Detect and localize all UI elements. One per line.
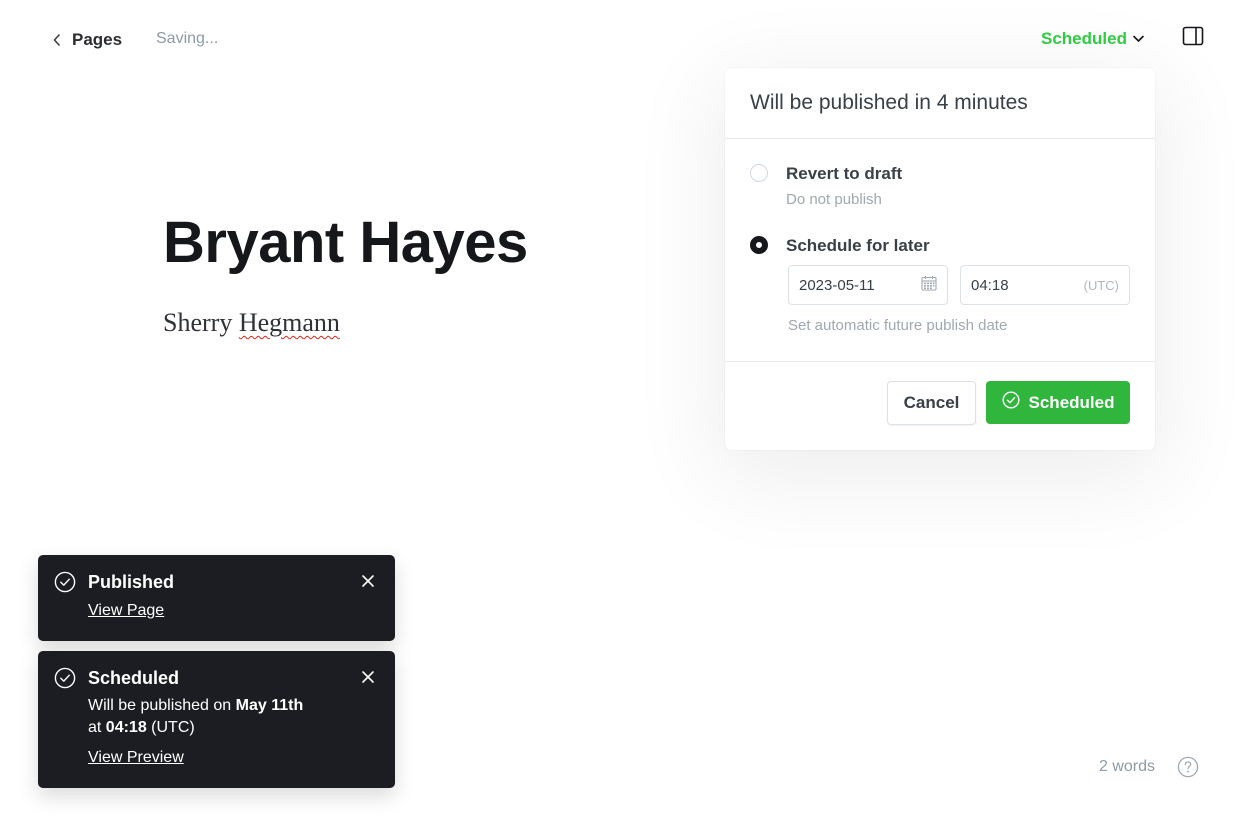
check-circle-icon (54, 571, 76, 593)
scheduled-button-label: Scheduled (1028, 392, 1115, 412)
view-page-link[interactable]: View Page (88, 602, 164, 620)
body-word-misspelled: Hegmann (238, 308, 340, 337)
calendar-icon[interactable] (921, 275, 937, 295)
popover-heading: Will be published in 4 minutes (725, 68, 1155, 139)
option-description: Do not publish (786, 191, 882, 208)
scheduled-button[interactable]: Scheduled (986, 381, 1130, 424)
sidebar-toggle-icon[interactable] (1182, 26, 1204, 46)
popover-divider (725, 361, 1155, 362)
time-value: 04:18 (971, 276, 1009, 294)
chevron-left-icon (50, 28, 64, 52)
check-circle-icon (54, 667, 76, 689)
toast-message-timezone: (UTC) (151, 719, 195, 736)
date-input[interactable]: 2023-05-11 (788, 265, 948, 305)
timezone-label: (UTC) (1083, 277, 1119, 293)
post-body[interactable]: Sherry Hegmann (163, 308, 340, 338)
toast-message-date: May 11th (235, 697, 304, 714)
time-input[interactable]: 04:18 (UTC) (960, 265, 1130, 305)
close-icon[interactable] (361, 574, 375, 588)
option-description: Set automatic future publish date (788, 317, 1008, 334)
option-label: Revert to draft (786, 164, 903, 183)
toast-message: Will be published on May 11th at 04:18 (… (88, 695, 303, 739)
toast-published: Published View Page (38, 555, 395, 641)
radio-schedule-for-later[interactable] (750, 236, 768, 254)
publish-status-dropdown[interactable]: Scheduled (1041, 29, 1144, 49)
save-status: Saving... (156, 30, 219, 47)
publish-status-label: Scheduled (1041, 29, 1127, 48)
option-label: Schedule for later (786, 236, 930, 255)
cancel-button[interactable]: Cancel (887, 381, 976, 425)
schedule-inputs: 2023-05-11 04:18 (UTC) (788, 265, 1130, 305)
toast-title: Scheduled (88, 668, 180, 688)
question-circle-icon[interactable] (1177, 756, 1199, 778)
chevron-down-icon (1133, 30, 1144, 48)
toast-message-time: 04:18 (105, 719, 147, 736)
radio-revert-to-draft[interactable] (750, 164, 768, 182)
date-value: 2023-05-11 (799, 276, 875, 294)
word-count: 2 words (1099, 758, 1156, 775)
body-word-first: Sherry (163, 308, 233, 337)
back-to-pages-link[interactable]: Pages (50, 28, 122, 52)
close-icon[interactable] (361, 670, 375, 684)
toast-scheduled: Scheduled Will be published on May 11th … (38, 651, 395, 788)
view-preview-link[interactable]: View Preview (88, 749, 184, 767)
option-schedule-for-later[interactable]: Schedule for later (750, 236, 930, 256)
back-label: Pages (72, 30, 123, 49)
toast-message-prefix: Will be published on (88, 697, 232, 714)
post-title[interactable]: Bryant Hayes (163, 210, 528, 277)
publish-settings-popover: Will be published in 4 minutes Revert to… (725, 68, 1155, 450)
toast-message-at: at (88, 719, 102, 736)
toast-title: Published (88, 572, 175, 592)
option-revert-to-draft[interactable]: Revert to draft Do not publish (750, 164, 902, 208)
check-circle-icon (1002, 391, 1020, 414)
